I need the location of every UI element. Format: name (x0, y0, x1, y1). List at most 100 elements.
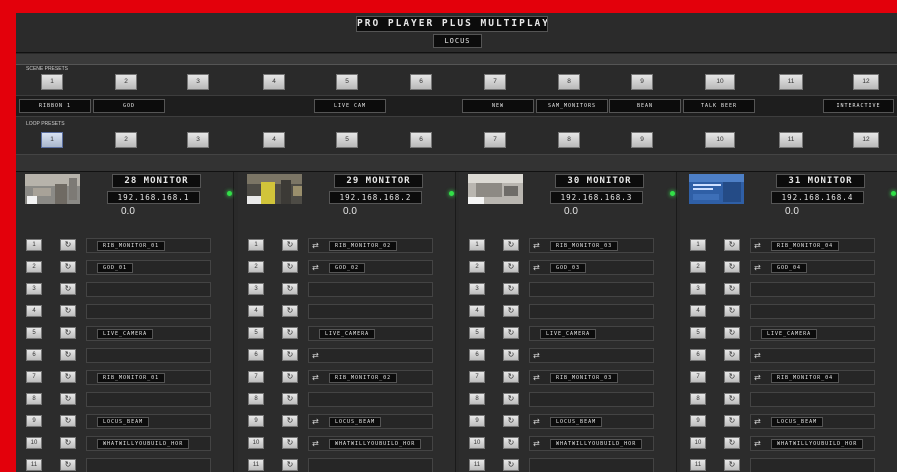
loop-field[interactable] (86, 282, 211, 297)
loop-field[interactable] (86, 458, 211, 472)
refresh-icon[interactable]: ↻ (724, 305, 740, 317)
refresh-icon[interactable]: ↻ (503, 283, 519, 295)
loop-number-button[interactable]: 9 (248, 415, 264, 427)
loop-number-button[interactable]: 1 (469, 239, 485, 251)
loop-number-button[interactable]: 10 (469, 437, 485, 449)
loop-field[interactable]: LOCUS_BEAM (86, 414, 211, 429)
refresh-icon[interactable]: ↻ (503, 459, 519, 471)
loop-field[interactable]: ⇄ (308, 348, 433, 363)
loop-field[interactable] (308, 304, 433, 319)
refresh-icon[interactable]: ↻ (503, 415, 519, 427)
loop-field[interactable]: LIVE_CAMERA (308, 326, 433, 341)
loop-field[interactable]: ⇄ WHATWILLYOUBUILD_HOR (750, 436, 875, 451)
refresh-icon[interactable]: ↻ (282, 437, 298, 449)
loop-number-button[interactable]: 9 (690, 415, 706, 427)
refresh-icon[interactable]: ↻ (503, 349, 519, 361)
loop-number-button[interactable]: 9 (26, 415, 42, 427)
loop-number-button[interactable]: 3 (26, 283, 42, 295)
refresh-icon[interactable]: ↻ (60, 393, 76, 405)
refresh-icon[interactable]: ↻ (282, 283, 298, 295)
loop-number-button[interactable]: 3 (690, 283, 706, 295)
loop-preset-button[interactable]: 4 (263, 132, 285, 148)
loop-field[interactable]: ⇄ GOD_03 (529, 260, 654, 275)
refresh-icon[interactable]: ↻ (60, 283, 76, 295)
scene-preset-button[interactable]: 10 (705, 74, 735, 90)
loop-number-button[interactable]: 2 (469, 261, 485, 273)
loop-number-button[interactable]: 8 (248, 393, 264, 405)
loop-preset-button[interactable]: 3 (187, 132, 209, 148)
scene-preset-name[interactable]: INTERACTIVE (823, 99, 894, 113)
loop-number-button[interactable]: 1 (248, 239, 264, 251)
scene-preset-button[interactable]: 4 (263, 74, 285, 90)
refresh-icon[interactable]: ↻ (60, 349, 76, 361)
loop-field[interactable]: ⇄ LOCUS_BEAM (750, 414, 875, 429)
loop-preset-button[interactable]: 6 (410, 132, 432, 148)
loop-field[interactable]: ⇄ LOCUS_BEAM (529, 414, 654, 429)
scene-preset-button[interactable]: 2 (115, 74, 137, 90)
scene-preset-button[interactable]: 5 (336, 74, 358, 90)
scene-preset-name[interactable]: LIVE CAM (314, 99, 386, 113)
loop-field[interactable] (529, 458, 654, 472)
loop-preset-button[interactable]: 5 (336, 132, 358, 148)
loop-number-button[interactable]: 10 (690, 437, 706, 449)
loop-number-button[interactable]: 7 (26, 371, 42, 383)
loop-number-button[interactable]: 11 (26, 459, 42, 471)
refresh-icon[interactable]: ↻ (60, 305, 76, 317)
refresh-icon[interactable]: ↻ (503, 437, 519, 449)
loop-number-button[interactable]: 3 (469, 283, 485, 295)
loop-preset-button[interactable]: 2 (115, 132, 137, 148)
loop-number-button[interactable]: 7 (469, 371, 485, 383)
loop-number-button[interactable]: 6 (26, 349, 42, 361)
refresh-icon[interactable]: ↻ (724, 349, 740, 361)
loop-number-button[interactable]: 10 (248, 437, 264, 449)
loop-number-button[interactable]: 8 (690, 393, 706, 405)
loop-field[interactable] (529, 304, 654, 319)
refresh-icon[interactable]: ↻ (503, 305, 519, 317)
refresh-icon[interactable]: ↻ (724, 327, 740, 339)
loop-field[interactable] (86, 348, 211, 363)
loop-field[interactable]: ⇄ RIB_MONITOR_02 (308, 370, 433, 385)
loop-number-button[interactable]: 6 (690, 349, 706, 361)
loop-field[interactable]: LIVE_CAMERA (86, 326, 211, 341)
loop-number-button[interactable]: 8 (469, 393, 485, 405)
scene-preset-button[interactable]: 11 (779, 74, 803, 90)
loop-number-button[interactable]: 7 (248, 371, 264, 383)
loop-number-button[interactable]: 1 (690, 239, 706, 251)
loop-field[interactable]: LIVE_CAMERA (750, 326, 875, 341)
loop-number-button[interactable]: 11 (248, 459, 264, 471)
loop-number-button[interactable]: 5 (690, 327, 706, 339)
loop-field[interactable]: ⇄ GOD_04 (750, 260, 875, 275)
refresh-icon[interactable]: ↻ (503, 239, 519, 251)
refresh-icon[interactable]: ↻ (724, 437, 740, 449)
loop-field[interactable] (308, 282, 433, 297)
loop-preset-button[interactable]: 12 (853, 132, 879, 148)
loop-number-button[interactable]: 10 (26, 437, 42, 449)
refresh-icon[interactable]: ↻ (724, 415, 740, 427)
loop-number-button[interactable]: 5 (469, 327, 485, 339)
refresh-icon[interactable]: ↻ (724, 261, 740, 273)
loop-number-button[interactable]: 9 (469, 415, 485, 427)
loop-number-button[interactable]: 4 (248, 305, 264, 317)
refresh-icon[interactable]: ↻ (724, 371, 740, 383)
loop-number-button[interactable]: 6 (469, 349, 485, 361)
loop-number-button[interactable]: 6 (248, 349, 264, 361)
loop-number-button[interactable]: 4 (26, 305, 42, 317)
loop-field[interactable]: ⇄ RIB_MONITOR_03 (529, 370, 654, 385)
loop-field[interactable]: LIVE_CAMERA (529, 326, 654, 341)
loop-field[interactable] (529, 282, 654, 297)
refresh-icon[interactable]: ↻ (282, 327, 298, 339)
loop-field[interactable] (86, 304, 211, 319)
scene-preset-button[interactable]: 12 (853, 74, 879, 90)
loop-preset-button[interactable]: 8 (558, 132, 580, 148)
refresh-icon[interactable]: ↻ (724, 283, 740, 295)
refresh-icon[interactable]: ↻ (503, 327, 519, 339)
loop-field[interactable]: ⇄ GOD_02 (308, 260, 433, 275)
loop-preset-button[interactable]: 1 (41, 132, 63, 148)
loop-field[interactable]: RIB_MONITOR_01 (86, 238, 211, 253)
loop-field[interactable]: ⇄ (750, 348, 875, 363)
refresh-icon[interactable]: ↻ (60, 371, 76, 383)
refresh-icon[interactable]: ↻ (282, 459, 298, 471)
refresh-icon[interactable]: ↻ (60, 437, 76, 449)
refresh-icon[interactable]: ↻ (282, 393, 298, 405)
refresh-icon[interactable]: ↻ (60, 261, 76, 273)
